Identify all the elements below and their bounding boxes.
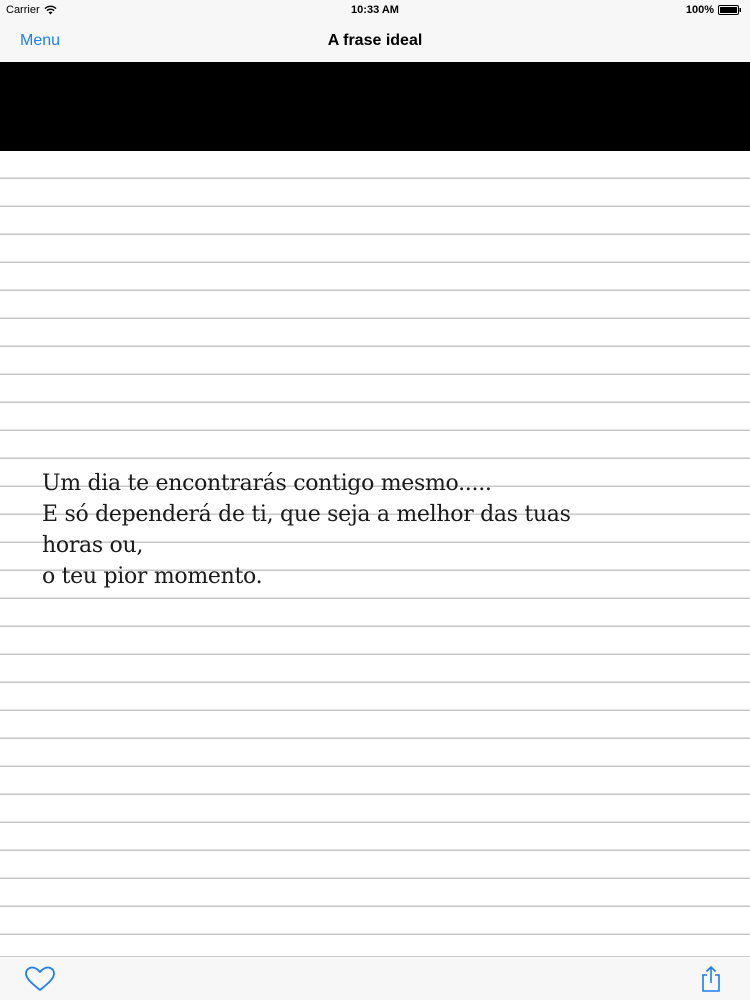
quote-line: Um dia te encontrarás contigo mesmo..... [42, 471, 492, 496]
battery-percent: 100% [685, 4, 714, 16]
quote-line: E só dependerá de ti, que seja a melhor … [42, 502, 571, 527]
status-time: 10:33 AM [351, 4, 399, 16]
page-title: A frase ideal [327, 32, 423, 49]
navigation-bar: Menu A frase ideal [0, 20, 750, 62]
banner-area [0, 62, 750, 151]
status-right: 100% [686, 4, 742, 16]
quote-text: Um dia te encontrarás contigo mesmo.....… [42, 468, 712, 592]
quote-line: horas ou, [42, 533, 144, 558]
share-icon[interactable] [700, 965, 722, 993]
heart-icon[interactable] [24, 966, 56, 992]
battery-icon [718, 5, 741, 15]
quote-line: o teu pior momento. [42, 564, 263, 589]
status-bar: Carrier 10:33 AM 100% [0, 0, 750, 20]
bottom-toolbar [0, 956, 750, 1000]
app-screen: Carrier 10:33 AM 100% Menu A frase ideal… [0, 0, 750, 1000]
